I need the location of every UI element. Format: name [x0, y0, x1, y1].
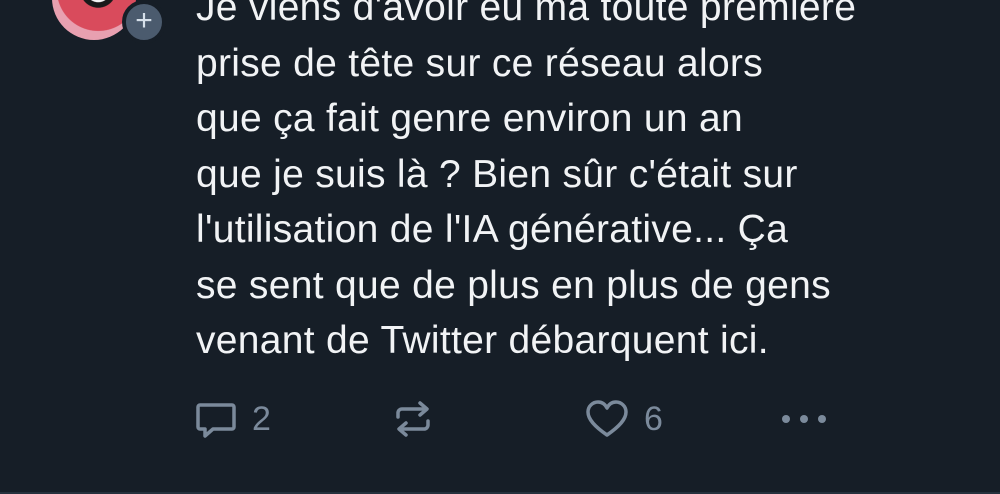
post-text-line: l'utilisation de l'IA générative... Ça — [196, 208, 789, 251]
speech-bubble-icon — [196, 403, 236, 438]
post-actions: 2 6 — [0, 396, 1000, 442]
heart-icon — [586, 400, 628, 437]
post-text-line: Je viens d'avoir eu ma toute première — [196, 0, 857, 29]
post: + Je viens d'avoir eu ma toute première … — [0, 0, 1000, 494]
repost-arrows-icon — [396, 401, 430, 437]
post-text-line: que je suis là ? Bien sûr c'était sur — [196, 152, 798, 196]
more-options-button[interactable] — [778, 396, 830, 442]
post-text-line: venant de Twitter débarquent ici. — [196, 319, 769, 362]
reply-button[interactable]: 2 — [194, 396, 271, 442]
repost-button[interactable] — [390, 396, 436, 442]
like-count: 6 — [644, 399, 663, 438]
post-text-line: que ça fait genre environ un an — [196, 97, 744, 140]
reply-count: 2 — [252, 399, 271, 438]
post-text-line: prise de tête sur ce réseau alors — [196, 41, 764, 85]
ellipsis-icon — [782, 415, 826, 423]
follow-plus-icon[interactable]: + — [122, 0, 166, 44]
post-text-line: se sent que de plus en plus de gens — [196, 263, 831, 307]
post-text: Je viens d'avoir eu ma toute première pr… — [196, 0, 966, 369]
like-button[interactable]: 6 — [584, 396, 663, 442]
